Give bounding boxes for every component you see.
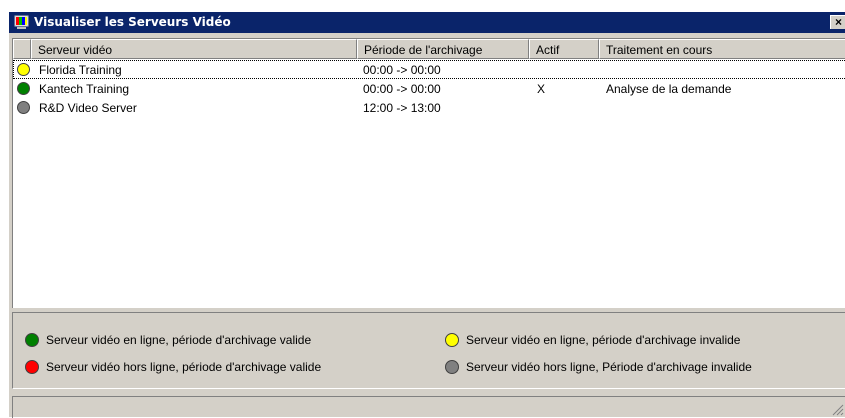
active-flag: X — [537, 82, 546, 96]
list-header: Serveur vidéo Période de l'archivage Act… — [13, 39, 845, 59]
processing-status: Analyse de la demande — [606, 82, 732, 96]
close-button[interactable]: × — [830, 15, 845, 29]
status-legend: Serveur vidéo en ligne, période d'archiv… — [12, 312, 845, 389]
green-dot-icon — [25, 333, 39, 347]
gray-dot-icon — [445, 360, 459, 374]
server-list[interactable]: Serveur vidéo Période de l'archivage Act… — [12, 38, 845, 308]
server-name: R&D Video Server — [39, 101, 137, 115]
column-header-archive-period[interactable]: Période de l'archivage — [357, 39, 529, 59]
column-header-server[interactable]: Serveur vidéo — [31, 39, 357, 59]
status-bar — [12, 396, 845, 418]
video-servers-window: Visualiser les Serveurs Vidéo × Serveur … — [8, 11, 845, 418]
red-dot-icon — [25, 360, 39, 374]
archive-period: 00:00 -> 00:00 — [363, 82, 441, 96]
legend-label: Serveur vidéo en ligne, période d'archiv… — [46, 333, 312, 347]
monitor-icon — [14, 15, 29, 29]
column-header-status[interactable] — [13, 39, 31, 59]
close-icon: × — [834, 15, 842, 29]
title-bar[interactable]: Visualiser les Serveurs Vidéo × — [9, 12, 845, 33]
table-row[interactable]: Florida Training 00:00 -> 00:00 — [13, 60, 845, 79]
column-header-processing[interactable]: Traitement en cours — [599, 39, 845, 59]
status-dot-icon — [17, 101, 30, 114]
legend-label: Serveur vidéo hors ligne, période d'arch… — [46, 360, 322, 374]
status-dot-icon — [17, 63, 30, 76]
server-name: Kantech Training — [39, 82, 130, 96]
legend-label: Serveur vidéo en ligne, période d'archiv… — [466, 333, 741, 347]
yellow-dot-icon — [445, 333, 459, 347]
resize-grip-icon[interactable] — [832, 404, 844, 416]
table-row[interactable]: Kantech Training 00:00 -> 00:00 X Analys… — [13, 79, 845, 98]
legend-label: Serveur vidéo hors ligne, Période d'arch… — [466, 360, 752, 374]
status-dot-icon — [17, 82, 30, 95]
archive-period: 00:00 -> 00:00 — [363, 63, 441, 77]
archive-period: 12:00 -> 13:00 — [363, 101, 441, 115]
column-header-active[interactable]: Actif — [529, 39, 599, 59]
server-name: Florida Training — [39, 63, 122, 77]
table-row[interactable]: R&D Video Server 12:00 -> 13:00 — [13, 98, 845, 117]
window-title: Visualiser les Serveurs Vidéo — [34, 15, 231, 29]
